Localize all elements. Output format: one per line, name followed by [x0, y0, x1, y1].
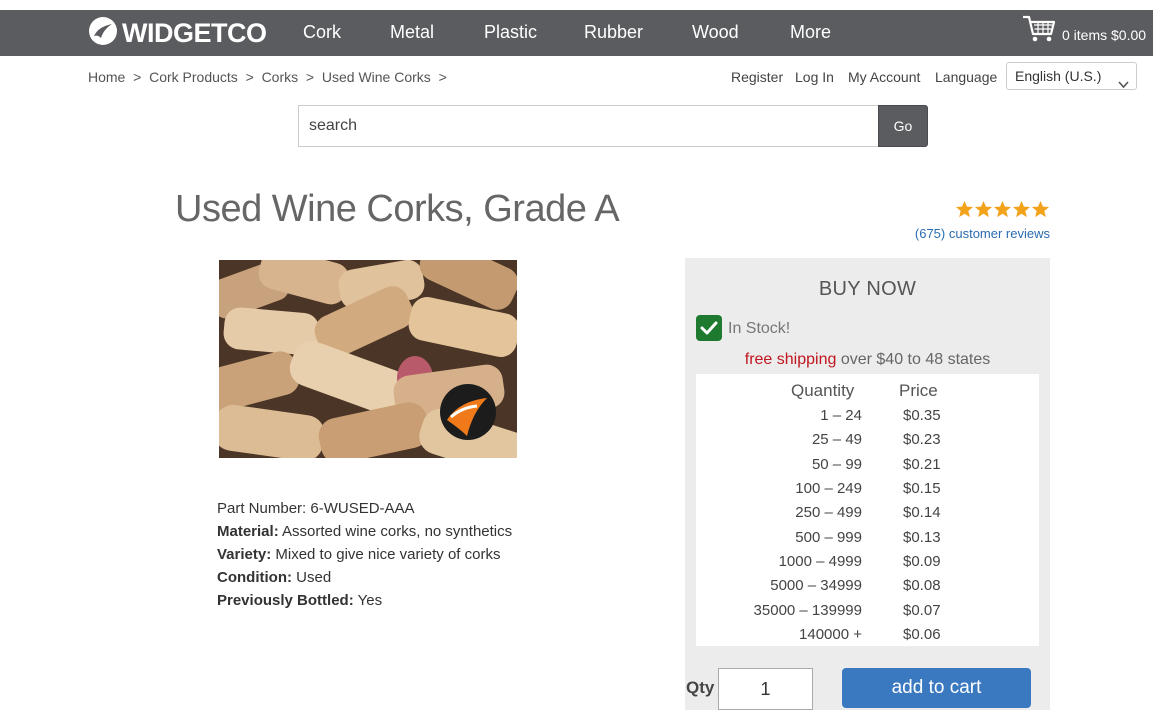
unit-price: $0.09 [903, 553, 941, 570]
part-number: Part Number: 6-WUSED-AAA [217, 500, 415, 517]
table-row: 140000 + $0.06 [696, 626, 1039, 650]
quantity-range: 25 – 49 [811, 431, 862, 448]
brand-name: WIDGETCO [122, 17, 267, 48]
quantity-range: 500 – 999 [795, 529, 862, 546]
unit-price: $0.13 [903, 529, 941, 546]
breadcrumb-separator: > [434, 69, 447, 85]
variety-value: Mixed to give nice variety of corks [271, 546, 501, 563]
cart-summary[interactable]: 0 items $0.00 [1022, 14, 1146, 49]
language-label: Language [935, 69, 998, 85]
nav-item-metal[interactable]: Metal [390, 22, 434, 43]
quantity-column-header: Quantity [791, 381, 855, 400]
material-value: Assorted wine corks, no synthetics [278, 523, 513, 540]
customer-reviews-link[interactable]: (675) customer reviews [915, 226, 1050, 241]
breadcrumb-cork-products[interactable]: Cork Products [149, 69, 238, 85]
unit-price: $0.15 [903, 480, 941, 497]
in-stock-status: In Stock! [728, 320, 791, 337]
rating-stars[interactable] [955, 200, 1050, 219]
breadcrumb-separator: > [302, 69, 318, 85]
variety-row: Variety: Mixed to give nice variety of c… [217, 543, 512, 566]
previously-bottled-label: Previously Bottled: [217, 592, 354, 609]
price-column-header: Price [899, 381, 938, 400]
star-icon [955, 200, 974, 218]
quantity-range: 140000 + [799, 626, 862, 643]
nav-item-plastic[interactable]: Plastic [484, 22, 537, 43]
quantity-price-table: Quantity Price 1 – 24 $0.35 25 – 49 $0.23 … [696, 374, 1039, 646]
search-go-button[interactable]: Go [878, 105, 928, 147]
nav-item-rubber[interactable]: Rubber [584, 22, 643, 43]
quantity-input[interactable]: 1 [718, 668, 813, 710]
unit-price: $0.35 [903, 407, 941, 424]
brand-logo[interactable]: WIDGETCO [88, 16, 267, 51]
nav-item-more[interactable]: More [790, 22, 831, 43]
shipping-note: free shipping over $40 to 48 states [685, 351, 1050, 369]
unit-price: $0.14 [903, 504, 941, 521]
material-row: Material: Assorted wine corks, no synthe… [217, 520, 512, 543]
buy-now-heading: BUY NOW [818, 278, 917, 300]
search-input[interactable]: search [298, 105, 879, 147]
language-select[interactable]: English (U.S.) [1006, 62, 1137, 90]
breadcrumb: Home > Cork Products > Corks > Used Wine… [88, 69, 447, 85]
product-title: Used Wine Corks, Grade A [175, 188, 620, 230]
qty-label: Qty [686, 678, 715, 697]
unit-price: $0.21 [903, 456, 941, 473]
condition-row: Condition: Used [217, 566, 512, 589]
check-icon [696, 315, 722, 341]
star-icon [974, 200, 993, 218]
breadcrumb-corks[interactable]: Corks [262, 69, 299, 85]
login-link[interactable]: Log In [795, 69, 834, 85]
unit-price: $0.07 [903, 602, 941, 619]
table-row: 250 – 499 $0.14 [696, 504, 1039, 528]
breadcrumb-used-wine-corks[interactable]: Used Wine Corks [322, 69, 431, 85]
cart-label: 0 items $0.00 [1062, 26, 1147, 43]
table-row: 50 – 99 $0.21 [696, 456, 1039, 480]
breadcrumb-separator: > [129, 69, 146, 85]
table-row: 5000 – 34999 $0.08 [696, 577, 1039, 601]
table-row: 1000 – 4999 $0.09 [696, 553, 1039, 577]
material-label: Material: [217, 523, 279, 540]
cart-icon [1022, 14, 1056, 49]
product-specs: Part Number: 6-WUSED-AAA Material: Assor… [217, 497, 512, 612]
wine-corks-photo [219, 260, 517, 458]
quantity-range: 250 – 499 [795, 504, 862, 521]
star-icon [993, 200, 1012, 218]
shipping-terms: over $40 to 48 states [836, 351, 991, 368]
condition-value: Used [291, 569, 332, 586]
star-icon [1031, 200, 1050, 218]
nav-item-wood[interactable]: Wood [692, 22, 739, 43]
chevron-down-icon [1118, 71, 1129, 97]
quantity-range: 5000 – 34999 [770, 577, 862, 594]
variety-label: Variety: [217, 546, 272, 563]
language-value: English (U.S.) [1015, 68, 1102, 84]
nav-item-cork[interactable]: Cork [303, 22, 341, 43]
quantity-range: 1 – 24 [820, 407, 862, 424]
quantity-range: 1000 – 4999 [778, 553, 862, 570]
breadcrumb-separator: > [241, 69, 258, 85]
previously-bottled-value: Yes [353, 592, 383, 609]
table-row: 100 – 249 $0.15 [696, 480, 1039, 504]
previously-bottled-row: Previously Bottled: Yes [217, 589, 512, 612]
quantity-range: 100 – 249 [795, 480, 862, 497]
unit-price: $0.08 [903, 577, 941, 594]
quantity-range: 35000 – 139999 [753, 602, 862, 619]
swoosh-logo-icon [88, 16, 118, 51]
unit-price: $0.23 [903, 431, 941, 448]
unit-price: $0.06 [903, 626, 941, 643]
table-row: 35000 – 139999 $0.07 [696, 602, 1039, 626]
star-icon [1012, 200, 1031, 218]
table-row: 1 – 24 $0.35 [696, 407, 1039, 431]
my-account-link[interactable]: My Account [848, 69, 920, 85]
table-row: 25 – 49 $0.23 [696, 431, 1039, 455]
table-row: 500 – 999 $0.13 [696, 529, 1039, 553]
quantity-range: 50 – 99 [811, 456, 862, 473]
add-to-cart-button[interactable]: add to cart [842, 668, 1031, 708]
register-link[interactable]: Register [731, 69, 783, 85]
condition-label: Condition: [217, 569, 292, 586]
breadcrumb-home[interactable]: Home [88, 69, 125, 85]
free-shipping-link[interactable]: free shipping [745, 351, 837, 368]
